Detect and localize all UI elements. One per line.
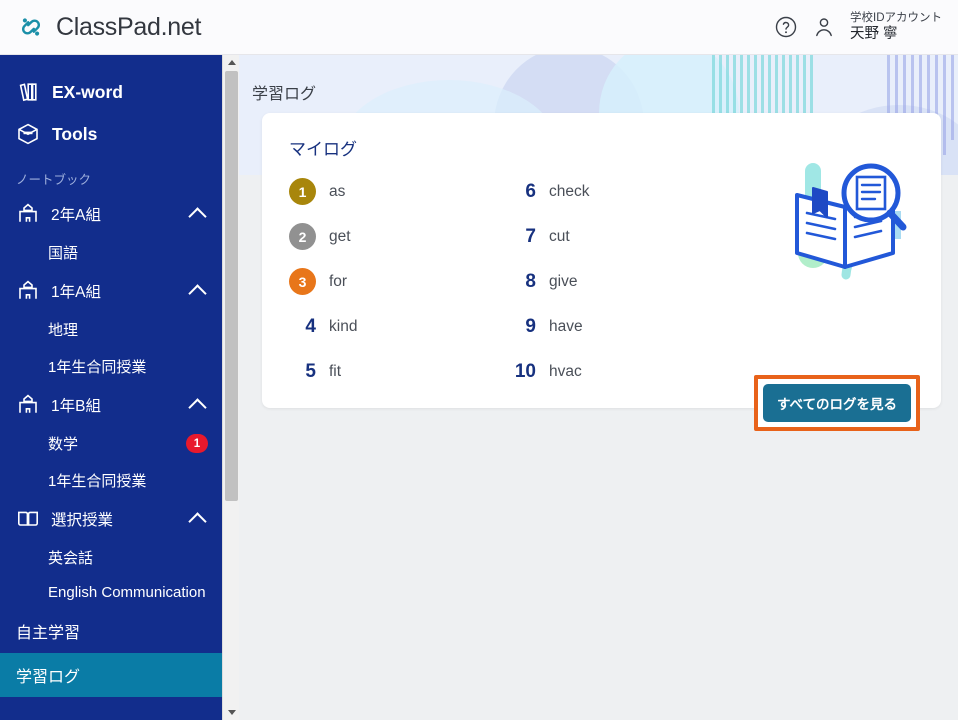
- sidebar-item-label: EX-word: [52, 81, 123, 102]
- cube-box-icon: [16, 122, 40, 146]
- scrollbar-thumb[interactable]: [225, 71, 238, 501]
- rank-number: 4: [305, 315, 316, 337]
- dictionary-books-icon: [16, 80, 40, 104]
- app-root: ClassPad.net 学校IDアカウント 天野 寧 EX-word Tool…: [0, 0, 958, 720]
- sidebar-child-kokugo[interactable]: 国語: [0, 234, 222, 271]
- log-word: have: [549, 317, 583, 335]
- scroll-up-arrow-icon[interactable]: [223, 55, 240, 70]
- sidebar-item-label: 自主学習: [16, 625, 81, 642]
- sidebar-child-1a-joint[interactable]: 1年生合同授業: [0, 348, 222, 385]
- chevron-up-icon[interactable]: [188, 398, 207, 417]
- sidebar-child-english-communication[interactable]: English Communication: [0, 576, 222, 609]
- school-building-icon: [16, 202, 40, 226]
- sidebar-group-elective[interactable]: 選択授業: [0, 499, 222, 539]
- sidebar-child-label: 1年生合同授業: [48, 359, 147, 376]
- sidebar-content: EX-word Tools ノートブック 2年A組 国語 1年A組 地理 1年生…: [0, 55, 222, 697]
- school-building-icon: [16, 279, 40, 303]
- sidebar-group-2a[interactable]: 2年A組: [0, 194, 222, 234]
- sidebar-child-chiri[interactable]: 地理: [0, 311, 222, 348]
- log-word: check: [549, 182, 590, 200]
- sidebar-group-label: 1年B組: [51, 398, 101, 415]
- list-item[interactable]: 6 check: [509, 169, 699, 214]
- list-item[interactable]: 8 give: [509, 259, 699, 304]
- header-right-group: 学校IDアカウント 天野 寧: [774, 11, 958, 44]
- rank-number: 8: [525, 270, 536, 292]
- list-item[interactable]: 7 cut: [509, 214, 699, 259]
- scroll-down-arrow-icon[interactable]: [223, 705, 240, 720]
- log-word: give: [549, 272, 578, 290]
- sidebar-group-label: 2年A組: [51, 207, 101, 224]
- chevron-up-icon[interactable]: [188, 284, 207, 303]
- rank-number: 5: [305, 360, 316, 382]
- rank-badge: 3: [289, 268, 316, 295]
- log-word: fit: [329, 362, 342, 380]
- sidebar-child-1b-joint[interactable]: 1年生合同授業: [0, 462, 222, 499]
- sidebar-group-1a[interactable]: 1年A組: [0, 271, 222, 311]
- person-icon[interactable]: [812, 15, 836, 39]
- sidebar-item-label: Tools: [52, 123, 98, 144]
- log-word: for: [329, 272, 348, 290]
- school-building-icon: [16, 393, 40, 417]
- highlight-frame: すべてのログを見る: [753, 375, 920, 431]
- rank-badge: 2: [289, 223, 316, 250]
- page-title: 学習ログ: [252, 86, 317, 103]
- list-item[interactable]: 4 kind: [289, 304, 479, 349]
- rank-number: 10: [514, 360, 536, 382]
- list-item[interactable]: 5 fit: [289, 349, 479, 394]
- my-log-card: マイログ 1 as 2 get 3 for 4 kind 5 fit 6 che…: [262, 113, 941, 431]
- rank-number: 7: [525, 225, 536, 247]
- sidebar-item-self-study[interactable]: 自主学習: [0, 609, 222, 653]
- sidebar-section-label: ノートブック: [16, 173, 92, 187]
- card-title: マイログ: [289, 140, 357, 159]
- sidebar-child-label: 数学: [48, 436, 79, 453]
- brand-name: ClassPad.net: [56, 12, 202, 41]
- log-word: kind: [329, 317, 358, 335]
- log-word: as: [329, 182, 346, 200]
- sidebar-child-label: 英会話: [48, 550, 94, 567]
- chevron-up-icon[interactable]: [188, 512, 207, 531]
- book-magnifier-illustration: [795, 163, 907, 280]
- sidebar-child-eikaiwa[interactable]: 英会話: [0, 539, 222, 576]
- rank-badge: 1: [289, 178, 316, 205]
- sidebar: EX-word Tools ノートブック 2年A組 国語 1年A組 地理 1年生…: [0, 55, 222, 720]
- account-name-label: 天野 寧: [850, 26, 898, 43]
- list-item[interactable]: 10 hvac: [509, 349, 699, 394]
- sidebar-child-label: English Communication: [48, 584, 206, 601]
- help-circle-icon[interactable]: [774, 15, 798, 39]
- log-word: get: [329, 227, 351, 245]
- log-list: 1 as 2 get 3 for 4 kind 5 fit 6 check 7 …: [289, 169, 699, 394]
- list-item[interactable]: 3 for: [289, 259, 479, 304]
- sidebar-child-label: 地理: [48, 322, 79, 339]
- rank-number: 9: [525, 315, 536, 337]
- sidebar-group-label: 選択授業: [51, 512, 114, 529]
- list-item[interactable]: 2 get: [289, 214, 479, 259]
- sidebar-item-label: 学習ログ: [16, 669, 81, 686]
- link-loop-icon: [16, 12, 46, 42]
- list-item[interactable]: 9 have: [509, 304, 699, 349]
- status-badge: 1: [186, 434, 208, 453]
- sidebar-scrollbar[interactable]: [222, 55, 239, 720]
- sidebar-child-sugaku[interactable]: 数学 1: [0, 425, 222, 462]
- sidebar-child-label: 1年生合同授業: [48, 473, 147, 490]
- open-book-icon: [16, 507, 40, 531]
- brand-logo-area[interactable]: ClassPad.net: [0, 12, 201, 42]
- sidebar-group-label: 1年A組: [51, 284, 101, 301]
- main-content: 学習ログ マイログ 1 as 2 get 3 for 4 kind 5 fit …: [239, 55, 958, 720]
- sidebar-group-1b[interactable]: 1年B組: [0, 385, 222, 425]
- account-info[interactable]: 学校IDアカウント 天野 寧: [850, 11, 942, 44]
- chevron-up-icon[interactable]: [188, 207, 207, 226]
- log-word: hvac: [549, 362, 582, 380]
- sidebar-child-label: 国語: [48, 245, 79, 262]
- list-item[interactable]: 1 as: [289, 169, 479, 214]
- log-column-left: 1 as 2 get 3 for 4 kind 5 fit: [289, 169, 479, 394]
- sidebar-item-exword[interactable]: EX-word: [0, 71, 222, 113]
- sidebar-item-tools[interactable]: Tools: [0, 113, 222, 155]
- log-column-right: 6 check 7 cut 8 give 9 have 10 hvac: [509, 169, 699, 394]
- account-type-label: 学校IDアカウント: [850, 11, 942, 24]
- log-word: cut: [549, 227, 570, 245]
- app-header: ClassPad.net 学校IDアカウント 天野 寧: [0, 0, 958, 55]
- view-all-logs-button[interactable]: すべてのログを見る: [762, 384, 911, 422]
- rank-number: 6: [525, 180, 536, 202]
- sidebar-item-study-log[interactable]: 学習ログ: [0, 653, 222, 697]
